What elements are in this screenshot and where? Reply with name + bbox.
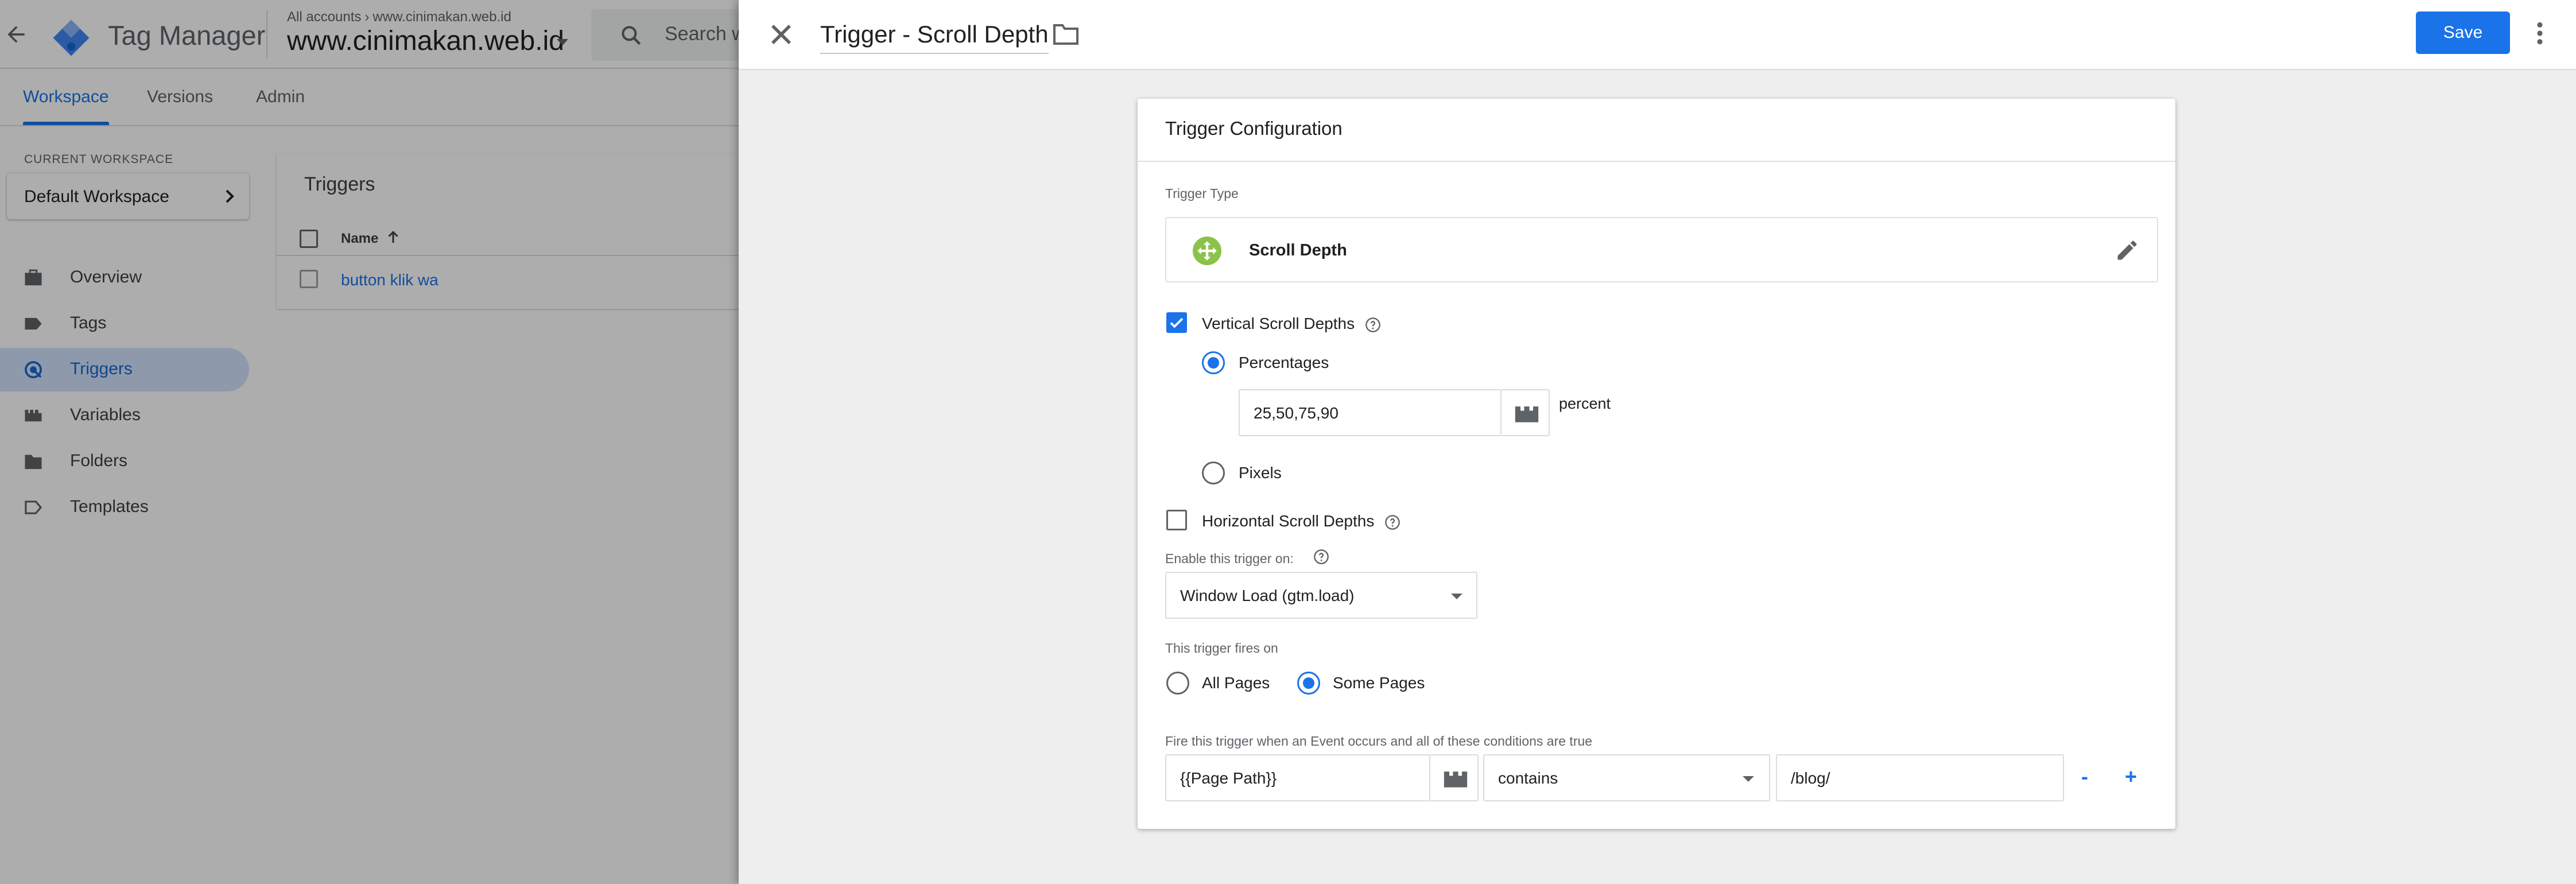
horizontal-scroll-checkbox[interactable] <box>1166 510 1187 530</box>
vertical-scroll-label: Vertical Scroll Depths <box>1202 315 1355 332</box>
trigger-configuration-card: Trigger Configuration Trigger Type Scrol… <box>1138 99 2175 829</box>
enable-on-value: Window Load (gtm.load) <box>1180 587 1355 604</box>
card-header: Trigger Configuration <box>1138 99 2175 162</box>
percentages-value: 25,50,75,90 <box>1254 404 1339 422</box>
some-pages-radio[interactable] <box>1297 672 1320 695</box>
folder-icon[interactable] <box>1052 22 1080 46</box>
scroll-depth-icon <box>1193 236 1221 265</box>
close-icon[interactable] <box>764 17 798 52</box>
all-pages-radio[interactable] <box>1166 672 1189 695</box>
help-icon[interactable] <box>1313 549 1329 565</box>
trigger-type-selector[interactable]: Scroll Depth <box>1165 217 2158 282</box>
add-condition-button[interactable]: + <box>2125 765 2137 789</box>
vertical-scroll-checkbox[interactable] <box>1166 312 1187 333</box>
percentages-label: Percentages <box>1239 354 1329 371</box>
trigger-name-field[interactable]: Trigger - Scroll Depth <box>820 17 1049 54</box>
trigger-name: Trigger - Scroll Depth <box>820 21 1049 48</box>
dropdown-caret-icon <box>1451 594 1462 599</box>
some-pages-label: Some Pages <box>1333 674 1425 692</box>
condition-variable-value: {{Page Path}} <box>1180 769 1277 787</box>
enable-on-select[interactable]: Window Load (gtm.load) <box>1165 572 1477 619</box>
condition-operator-value: contains <box>1498 769 1558 787</box>
fires-on-label: This trigger fires on <box>1165 641 1278 656</box>
percentages-radio[interactable] <box>1202 351 1225 374</box>
all-pages-label: All Pages <box>1202 674 1270 692</box>
condition-value: /blog/ <box>1791 769 1830 787</box>
condition-label: Fire this trigger when an Event occurs a… <box>1165 734 1593 749</box>
pixels-label: Pixels <box>1239 464 1282 482</box>
overlay-scrim[interactable] <box>0 0 739 884</box>
more-vert-icon[interactable] <box>2535 21 2544 46</box>
help-icon[interactable] <box>1384 514 1400 530</box>
pixels-radio[interactable] <box>1202 462 1225 484</box>
card-title: Trigger Configuration <box>1165 118 1343 139</box>
condition-operator-select[interactable]: contains <box>1483 754 1770 801</box>
help-icon[interactable] <box>1365 317 1381 333</box>
horizontal-scroll-label: Horizontal Scroll Depths <box>1202 512 1375 530</box>
percent-unit-label: percent <box>1559 395 1611 412</box>
dropdown-caret-icon <box>1743 776 1754 782</box>
variable-brick-icon <box>1515 406 1539 422</box>
percentages-input[interactable]: 25,50,75,90 <box>1239 389 1502 436</box>
editor-header: Trigger - Scroll Depth Save <box>739 0 2576 70</box>
trigger-editor-sheet: Trigger - Scroll Depth Save Trigger Conf… <box>739 0 2576 884</box>
save-button[interactable]: Save <box>2416 11 2510 54</box>
trigger-type-label: Trigger Type <box>1165 186 1239 201</box>
variable-picker-button[interactable] <box>1502 389 1550 436</box>
enable-on-label: Enable this trigger on: <box>1165 551 1294 566</box>
condition-variable-input[interactable]: {{Page Path}} <box>1165 754 1430 801</box>
variable-brick-icon <box>1444 771 1468 788</box>
trigger-type-name: Scroll Depth <box>1249 241 1347 259</box>
variable-picker-button[interactable] <box>1430 754 1479 801</box>
condition-value-input[interactable]: /blog/ <box>1776 754 2064 801</box>
remove-condition-button[interactable]: - <box>2081 765 2088 789</box>
pencil-edit-icon[interactable] <box>2115 238 2140 263</box>
